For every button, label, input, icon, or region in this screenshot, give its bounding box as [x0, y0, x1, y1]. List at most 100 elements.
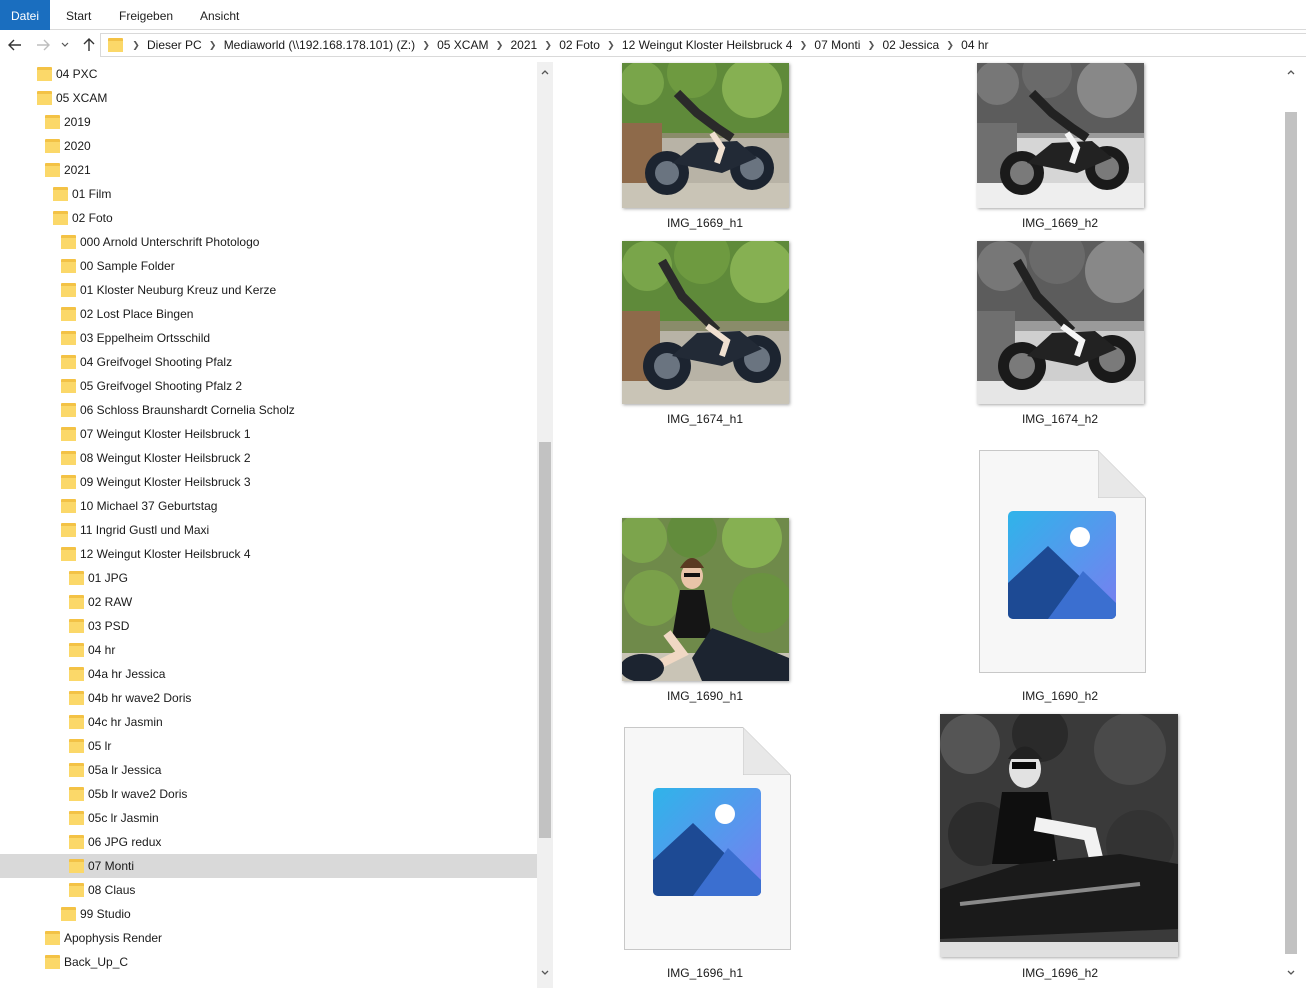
- file-name[interactable]: IMG_1669_h1: [595, 216, 815, 230]
- chevron-right-icon[interactable]: ❯: [125, 40, 147, 51]
- recent-locations-button[interactable]: [58, 35, 72, 55]
- chevron-right-icon[interactable]: ❯: [939, 40, 961, 51]
- breadcrumb-item[interactable]: 02 Foto: [559, 38, 600, 52]
- navigation-tree[interactable]: 04 PXC 05 XCAM 2019 2020 2021 01 Film 02 Foto 0…: [0, 62, 553, 988]
- tree-item[interactable]: 03 PSD: [0, 614, 537, 638]
- tree-item[interactable]: 2020: [0, 134, 537, 158]
- chevron-right-icon[interactable]: ❯: [600, 40, 622, 51]
- tree-item[interactable]: 04 hr: [0, 638, 537, 662]
- scrollbar-thumb[interactable]: [1285, 112, 1297, 954]
- content-scrollbar[interactable]: [1283, 62, 1300, 988]
- tree-item[interactable]: 05a lr Jessica: [0, 758, 537, 782]
- tree-item[interactable]: 06 Schloss Braunshardt Cornelia Scholz: [0, 398, 537, 422]
- photo-thumbnail[interactable]: [940, 714, 1178, 957]
- tree-item[interactable]: 05c lr Jasmin: [0, 806, 537, 830]
- tree-item[interactable]: 05b lr wave2 Doris: [0, 782, 537, 806]
- breadcrumb-item[interactable]: 2021: [510, 38, 537, 52]
- tree-item[interactable]: 01 JPG: [0, 566, 537, 590]
- tree-scrollbar[interactable]: [537, 62, 553, 988]
- scroll-up-arrow-icon[interactable]: [537, 64, 553, 80]
- tree-item[interactable]: 08 Weingut Kloster Heilsbruck 2: [0, 446, 537, 470]
- tree-item-label: 05 XCAM: [56, 91, 108, 105]
- tree-item[interactable]: 08 Claus: [0, 878, 537, 902]
- tab-ansicht[interactable]: Ansicht: [189, 0, 250, 30]
- scroll-up-arrow-icon[interactable]: [1283, 64, 1299, 80]
- tab-start[interactable]: Start: [55, 0, 102, 30]
- breadcrumb-item[interactable]: 05 XCAM: [437, 38, 488, 52]
- tree-item[interactable]: 06 JPG redux: [0, 830, 537, 854]
- breadcrumb-item[interactable]: 12 Weingut Kloster Heilsbruck 4: [622, 38, 793, 52]
- forward-button[interactable]: [33, 35, 53, 55]
- file-name[interactable]: IMG_1696_h1: [595, 966, 815, 980]
- breadcrumb-item[interactable]: Dieser PC: [147, 38, 202, 52]
- photo-thumbnail[interactable]: [977, 241, 1144, 404]
- tree-item[interactable]: 09 Weingut Kloster Heilsbruck 3: [0, 470, 537, 494]
- tree-item[interactable]: Back_Up_C: [0, 950, 537, 974]
- chevron-right-icon[interactable]: ❯: [488, 40, 510, 51]
- breadcrumb-item[interactable]: 02 Jessica: [882, 38, 939, 52]
- tree-item[interactable]: 10 Michael 37 Geburtstag: [0, 494, 537, 518]
- tree-item[interactable]: 03 Eppelheim Ortsschild: [0, 326, 537, 350]
- folder-icon: [61, 379, 76, 393]
- tree-item[interactable]: 00 Sample Folder: [0, 254, 537, 278]
- tree-item[interactable]: 12 Weingut Kloster Heilsbruck 4: [0, 542, 537, 566]
- tree-item[interactable]: 04a hr Jessica: [0, 662, 537, 686]
- tree-item[interactable]: Apophysis Render: [0, 926, 537, 950]
- chevron-right-icon[interactable]: ❯: [537, 40, 559, 51]
- tree-item[interactable]: 11 Ingrid Gustl und Maxi: [0, 518, 537, 542]
- tree-item[interactable]: 04 PXC: [0, 62, 537, 86]
- tree-item[interactable]: 05 lr: [0, 734, 537, 758]
- photo-thumbnail[interactable]: [622, 518, 789, 681]
- tree-item-label: 08 Claus: [88, 883, 136, 897]
- file-name[interactable]: IMG_1696_h2: [950, 966, 1170, 980]
- tree-item-label: 09 Weingut Kloster Heilsbruck 3: [80, 475, 251, 489]
- file-name[interactable]: IMG_1674_h2: [950, 412, 1170, 426]
- tree-item-label: Back_Up_C: [64, 955, 129, 969]
- tree-item[interactable]: 04c hr Jasmin: [0, 710, 537, 734]
- image-file-icon[interactable]: [979, 450, 1146, 673]
- tree-item[interactable]: 2019: [0, 110, 537, 134]
- tree-item[interactable]: 2021: [0, 158, 537, 182]
- file-name[interactable]: IMG_1674_h1: [595, 412, 815, 426]
- file-view[interactable]: IMG_1669_h1 IMG_1669_h2 IMG_1674_h1 IMG_…: [553, 62, 1306, 988]
- tab-datei[interactable]: Datei: [0, 0, 51, 30]
- tree-item[interactable]: 04 Greifvogel Shooting Pfalz: [0, 350, 537, 374]
- scrollbar-thumb[interactable]: [539, 442, 551, 838]
- tree-item[interactable]: 01 Film: [0, 182, 537, 206]
- image-file-icon[interactable]: [624, 727, 791, 950]
- chevron-right-icon[interactable]: ❯: [792, 40, 814, 51]
- tree-item[interactable]: 000 Arnold Unterschrift Photologo: [0, 230, 537, 254]
- photo-thumbnail[interactable]: [977, 63, 1144, 208]
- photo-thumbnail[interactable]: [622, 63, 789, 208]
- back-button[interactable]: [5, 35, 25, 55]
- tree-item[interactable]: 02 Lost Place Bingen: [0, 302, 537, 326]
- file-name[interactable]: IMG_1669_h2: [950, 216, 1170, 230]
- chevron-right-icon[interactable]: ❯: [415, 40, 437, 51]
- tree-item[interactable]: 07 Monti: [0, 854, 537, 878]
- tree-item[interactable]: 02 RAW: [0, 590, 537, 614]
- tree-item-label: 04 hr: [88, 643, 116, 657]
- tab-freigeben[interactable]: Freigeben: [108, 0, 184, 30]
- tree-item[interactable]: 01 Kloster Neuburg Kreuz und Kerze: [0, 278, 537, 302]
- chevron-right-icon[interactable]: ❯: [860, 40, 882, 51]
- tree-item[interactable]: 05 Greifvogel Shooting Pfalz 2: [0, 374, 537, 398]
- tree-item[interactable]: 04b hr wave2 Doris: [0, 686, 537, 710]
- tree-item[interactable]: 07 Weingut Kloster Heilsbruck 1: [0, 422, 537, 446]
- breadcrumb-item[interactable]: 07 Monti: [814, 38, 860, 52]
- photo-thumbnail[interactable]: [622, 241, 789, 404]
- breadcrumb-item[interactable]: Mediaworld (\\192.168.178.101) (Z:): [224, 38, 415, 52]
- file-name[interactable]: IMG_1690_h2: [950, 689, 1170, 703]
- address-bar[interactable]: ❯ Dieser PC ❯ Mediaworld (\\192.168.178.…: [100, 33, 1306, 57]
- tree-item[interactable]: 02 Foto: [0, 206, 537, 230]
- breadcrumb-item[interactable]: 04 hr: [961, 38, 988, 52]
- chevron-right-icon[interactable]: ❯: [202, 40, 224, 51]
- up-button[interactable]: [79, 35, 99, 55]
- tree-item-label: 02 RAW: [88, 595, 133, 609]
- scroll-down-arrow-icon[interactable]: [537, 965, 553, 981]
- tree-item[interactable]: 99 Studio: [0, 902, 537, 926]
- file-name[interactable]: IMG_1690_h1: [595, 689, 815, 703]
- tree-item-label: 05b lr wave2 Doris: [88, 787, 188, 801]
- tree-item-label: 03 Eppelheim Ortsschild: [80, 331, 211, 345]
- tree-item[interactable]: 05 XCAM: [0, 86, 537, 110]
- scroll-down-arrow-icon[interactable]: [1283, 965, 1299, 981]
